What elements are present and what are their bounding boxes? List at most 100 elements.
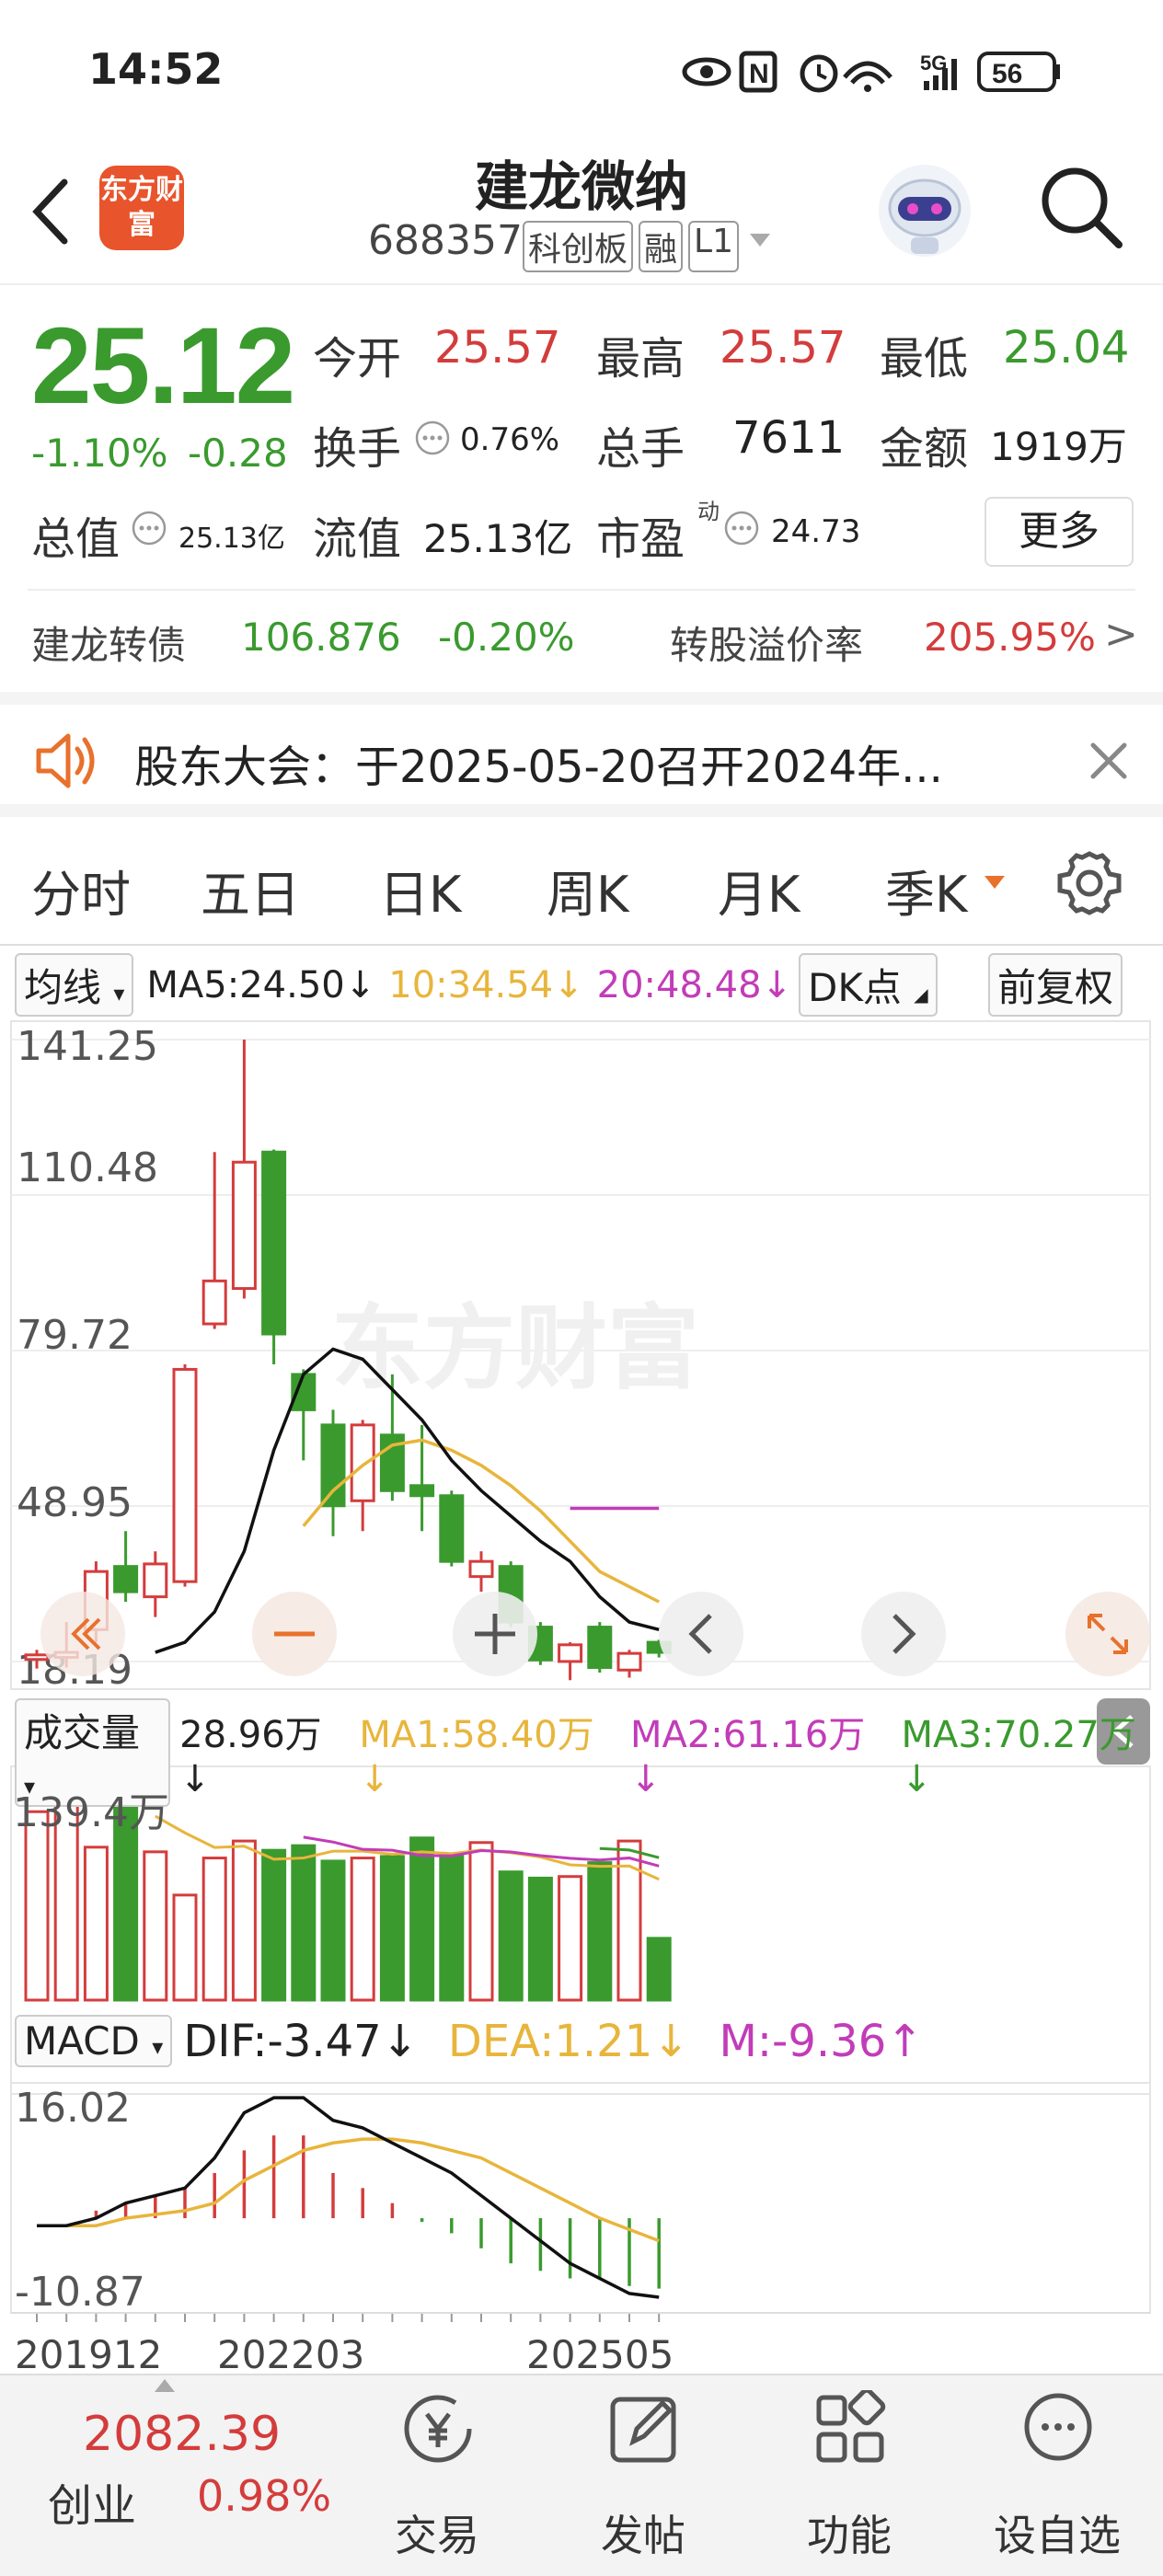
volume-bar	[202, 1857, 227, 2002]
nav-post[interactable]: 发帖	[574, 2375, 712, 2560]
amount-label: 金额	[880, 423, 969, 475]
candle-body	[616, 1651, 642, 1672]
candle-body	[558, 1643, 583, 1663]
date-tick: 202505	[526, 2332, 674, 2374]
volume-value: 7611	[732, 412, 846, 464]
info-dots-icon[interactable]	[414, 420, 451, 456]
bottom-nav: 2082.39 创业 0.98% 交易 发帖 功能 设自选	[0, 2374, 1163, 2576]
status-bar: 14:52 N 5G 56	[0, 0, 1163, 138]
pe-value: 24.73	[771, 513, 861, 550]
index-value[interactable]: 2082.39	[83, 2407, 281, 2462]
open-label: 今开	[313, 333, 402, 385]
macd-dropdown-label: MACD	[24, 2018, 140, 2064]
bond-premium-value[interactable]: 205.95%	[924, 615, 1096, 660]
high-label: 最高	[596, 333, 685, 385]
stock-tags: 科创板 融 L1	[523, 221, 776, 272]
info-dots-icon[interactable]	[131, 510, 167, 546]
index-name[interactable]: 创业	[48, 2469, 136, 2534]
tag-dropdown-icon[interactable]	[744, 221, 776, 258]
tag-level: L1	[688, 221, 739, 272]
fullscreen-button[interactable]	[1065, 1592, 1150, 1676]
macd-panel	[10, 2082, 1151, 2314]
nav-trade[interactable]: 交易	[368, 2375, 506, 2560]
close-icon[interactable]	[1086, 738, 1132, 784]
tab-five-day[interactable]: 五日	[201, 854, 300, 926]
current-price: 25.12	[31, 305, 295, 427]
prev-button[interactable]	[659, 1592, 743, 1676]
tab-dropdown-icon[interactable]	[983, 874, 1007, 892]
vol-ma2-value: MA2:61.16万↓	[629, 1714, 866, 1800]
nav-add-watchlist[interactable]: 设自选	[988, 2375, 1126, 2560]
dk-point-label: DK点	[808, 965, 902, 1010]
nav-functions[interactable]: 功能	[780, 2375, 918, 2560]
amount-value: 1919万	[990, 424, 1127, 469]
speaker-icon	[36, 733, 95, 788]
stock-header: 东方财富 建龙微纳 688357 科创板 融 L1	[0, 138, 1163, 285]
volume-bar	[439, 1853, 465, 2002]
low-label: 最低	[880, 333, 969, 385]
stock-code: 688357	[368, 217, 523, 264]
float-cap-value: 25.13亿	[423, 516, 573, 561]
bond-price: 106.876	[241, 615, 401, 660]
volume-bar	[350, 1857, 375, 2002]
kline-chart[interactable]: 东方财富 141.25 110.48 79.72 48.95 18.19 201…	[0, 1012, 1163, 2374]
macd-dropdown[interactable]: MACD ▾	[15, 2015, 173, 2067]
tab-daily-k[interactable]: 日K	[379, 854, 461, 926]
tab-quarterly-k[interactable]: 季K	[885, 854, 967, 926]
settings-gear-icon[interactable]	[1054, 848, 1124, 918]
adjust-button[interactable]: 前复权	[988, 953, 1123, 1017]
chat-bubble-icon	[1024, 2393, 1092, 2461]
tab-weekly-k[interactable]: 周K	[547, 854, 628, 926]
notice-text: 股东大会：于2025-05-20召开2024年...	[134, 742, 943, 793]
candle-body	[468, 1559, 494, 1579]
macd-dea-line	[37, 2137, 660, 2243]
search-icon[interactable]	[1036, 162, 1128, 254]
watermark: 东方财富	[331, 1294, 699, 1402]
price-tick: 141.25	[17, 1023, 158, 1070]
price-tick: 79.72	[17, 1312, 132, 1359]
volume-axis-top: 139.4万	[13, 1789, 169, 1836]
status-time: 14:52	[88, 44, 224, 94]
ma-dropdown[interactable]: 均线 ▾	[15, 953, 134, 1017]
notice-bar[interactable]: 股东大会：于2025-05-20召开2024年...	[0, 692, 1163, 817]
market-cap-value: 25.13亿	[178, 523, 285, 555]
next-button[interactable]	[861, 1592, 946, 1676]
candle-body	[409, 1484, 435, 1498]
candle-body	[172, 1367, 198, 1583]
tab-intraday[interactable]: 分时	[31, 854, 131, 926]
volume-value: 28.96万↓	[179, 1714, 322, 1800]
more-button[interactable]: 更多	[985, 497, 1134, 567]
candle-body	[261, 1150, 287, 1336]
candle-body	[320, 1423, 346, 1508]
svg-text:N: N	[749, 59, 769, 89]
ma20-value: 20:48.48↓	[596, 963, 793, 1006]
change-value: -0.28	[188, 431, 288, 476]
divider	[28, 589, 1135, 591]
tag-margin: 融	[639, 221, 684, 272]
dk-point-button[interactable]: DK点 ◢	[799, 953, 938, 1017]
macd-m-value: M:-9.36↑	[719, 2015, 924, 2067]
vol-ma1-value: MA1:58.40万↓	[359, 1714, 594, 1800]
tab-monthly-k[interactable]: 月K	[718, 854, 800, 926]
trade-yen-icon	[404, 2395, 472, 2463]
candle-body	[143, 1562, 168, 1599]
nav-post-label: 发帖	[601, 2511, 685, 2560]
info-dots-icon[interactable]	[723, 510, 760, 546]
turnover-value: 0.76%	[460, 421, 560, 458]
volume-bar	[231, 1839, 257, 2002]
volume-bar	[172, 1893, 198, 2002]
stock-name: 建龙微纳	[474, 155, 688, 218]
volume-dropdown-label: 成交量	[24, 1710, 141, 1755]
chart-tabs: 分时 五日 日K 周K 月K 季K	[0, 821, 1163, 946]
price-tick: 48.95	[17, 1479, 132, 1526]
svg-text:56: 56	[992, 59, 1022, 89]
robot-assistant-icon[interactable]	[874, 160, 975, 261]
bond-arrow[interactable]: >	[1104, 611, 1138, 658]
candle-body	[202, 1279, 227, 1326]
nav-functions-label: 功能	[807, 2511, 892, 2560]
bond-name[interactable]: 建龙转债	[31, 615, 186, 671]
bond-change: -0.20%	[438, 615, 575, 660]
date-axis: 201912 202203 202505	[11, 2312, 1150, 2374]
candle-body	[439, 1494, 465, 1563]
index-change: 0.98%	[197, 2471, 332, 2521]
